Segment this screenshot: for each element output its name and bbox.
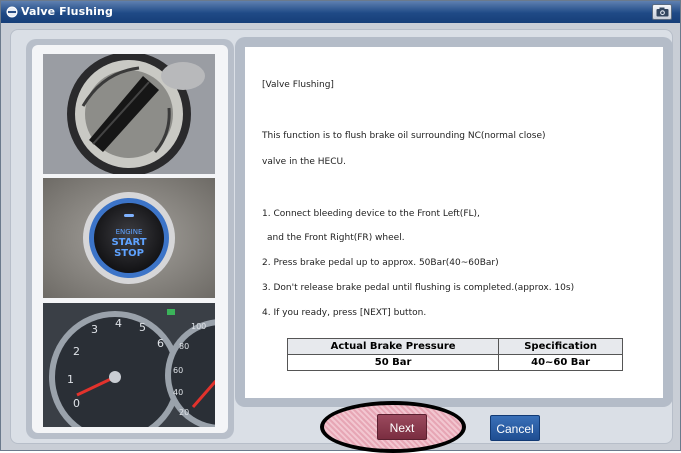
column-header-actual-pressure: Actual Brake Pressure [286,338,500,355]
instruction-content: [Valve Flushing] This function is to flu… [245,47,663,398]
camera-icon [656,7,669,17]
cancel-button[interactable]: Cancel [490,415,540,441]
screenshot-button[interactable] [652,4,672,20]
step-4-line: 4. If you ready, press [NEXT] button. [262,308,427,318]
svg-text:20: 20 [179,408,189,417]
column-header-specification: Specification [498,338,623,355]
start-label: START [111,237,146,248]
intro-line-2: valve in the HECU. [262,157,346,167]
table-row: 50 Bar 40~60 Bar [286,354,623,371]
image-panel: ENGINE START STOP 3 4 5 6 2 1 0 100 80 6… [26,39,234,439]
svg-text:1: 1 [67,373,74,386]
svg-text:6: 6 [157,337,164,350]
specification-value: 40~60 Bar [498,354,623,371]
next-button[interactable]: Next [377,414,427,440]
valve-drop-icon [6,6,18,18]
svg-text:100: 100 [191,322,206,331]
window-title: Valve Flushing [21,5,113,18]
valve-flushing-window: Valve Flushing ENGINE START STOP 3 4 5 6… [0,0,681,453]
svg-text:40: 40 [173,388,183,397]
actual-pressure-value: 50 Bar [286,354,500,371]
engine-label: ENGINE [116,228,143,236]
instruction-heading: [Valve Flushing] [262,80,334,90]
svg-text:3: 3 [91,323,98,336]
instruction-panel: [Valve Flushing] This function is to flu… [235,37,673,407]
step-3-line: 3. Don't release brake pedal until flush… [262,283,575,293]
title-bar: Valve Flushing [1,1,680,23]
step-2-line: 2. Press brake pedal up to approx. 50Bar… [262,258,499,268]
engine-start-stop-button-photo: ENGINE START STOP [43,178,215,298]
pressure-table: Actual Brake Pressure Specification 50 B… [286,338,623,371]
ignition-key-photo [43,54,215,174]
instrument-cluster-photo: 3 4 5 6 2 1 0 100 80 60 40 20 [43,303,215,427]
svg-text:4: 4 [115,317,122,330]
intro-line-1: This function is to flush brake oil surr… [262,131,546,141]
svg-text:2: 2 [73,345,80,358]
svg-text:5: 5 [139,321,146,334]
svg-text:60: 60 [173,366,183,375]
step-1-line-a: 1. Connect bleeding device to the Front … [262,209,480,219]
svg-text:80: 80 [179,342,189,351]
table-header-row: Actual Brake Pressure Specification [286,338,623,355]
stop-label: STOP [114,248,144,259]
step-1-line-b: and the Front Right(FR) wheel. [267,233,405,243]
svg-text:0: 0 [73,397,80,410]
